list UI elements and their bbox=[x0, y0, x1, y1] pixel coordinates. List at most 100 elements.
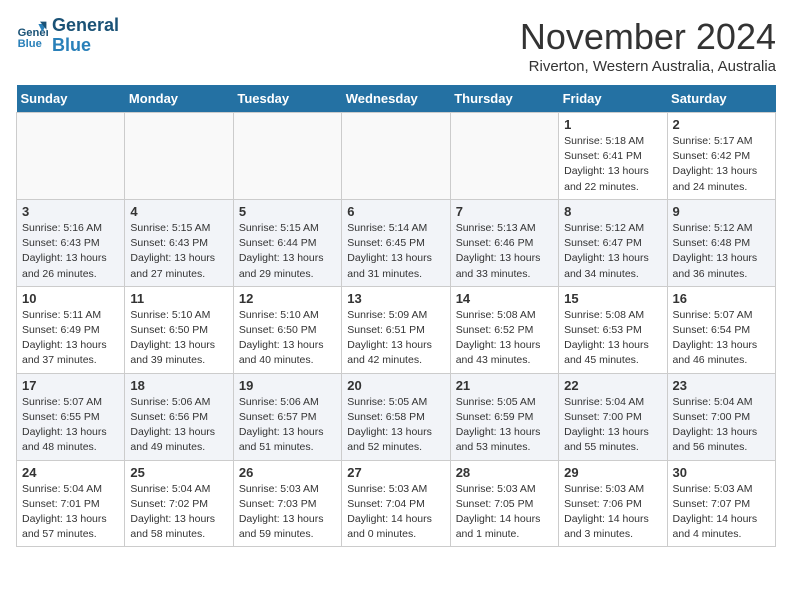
day-info: Sunrise: 5:06 AM Sunset: 6:56 PM Dayligh… bbox=[130, 395, 227, 456]
header: General Blue General Blue November 2024 … bbox=[16, 16, 776, 75]
calendar-cell: 28 Sunrise: 5:03 AM Sunset: 7:05 PM Dayli… bbox=[450, 460, 558, 547]
weekday-wednesday: Wednesday bbox=[342, 85, 450, 113]
calendar-cell: 20Sunrise: 5:05 AM Sunset: 6:58 PM Dayli… bbox=[342, 373, 450, 460]
weekday-thursday: Thursday bbox=[450, 85, 558, 113]
day-number: 24 bbox=[22, 465, 119, 480]
day-info: Sunrise: 5:03 AM Sunset: 7:06 PM Dayligh… bbox=[564, 482, 661, 543]
day-number: 14 bbox=[456, 291, 553, 306]
logo-text: General Blue bbox=[52, 16, 119, 56]
calendar-cell: 24 Sunrise: 5:04 AM Sunset: 7:01 PM Dayli… bbox=[17, 460, 125, 547]
calendar-table: SundayMondayTuesdayWednesdayThursdayFrid… bbox=[16, 85, 776, 547]
weekday-saturday: Saturday bbox=[667, 85, 775, 113]
day-info: Sunrise: 5:03 AM Sunset: 7:07 PM Dayligh… bbox=[673, 482, 770, 543]
day-number: 25 bbox=[130, 465, 227, 480]
day-info: Sunrise: 5:10 AM Sunset: 6:50 PM Dayligh… bbox=[130, 308, 227, 369]
day-number: 21 bbox=[456, 378, 553, 393]
day-number: 1 bbox=[564, 117, 661, 132]
day-info: Sunrise: 5:11 AM Sunset: 6:49 PM Dayligh… bbox=[22, 308, 119, 369]
day-number: 13 bbox=[347, 291, 444, 306]
day-info: Sunrise: 5:07 AM Sunset: 6:54 PM Dayligh… bbox=[673, 308, 770, 369]
calendar-week-2: 10 Sunrise: 5:11 AM Sunset: 6:49 PM Dayli… bbox=[17, 286, 776, 373]
location-title: Riverton, Western Australia, Australia bbox=[520, 58, 776, 75]
calendar-cell: 25 Sunrise: 5:04 AM Sunset: 7:02 PM Dayli… bbox=[125, 460, 233, 547]
calendar-cell bbox=[233, 113, 341, 200]
day-number: 19 bbox=[239, 378, 336, 393]
day-number: 4 bbox=[130, 204, 227, 219]
day-info: Sunrise: 5:05 AM Sunset: 6:59 PM Dayligh… bbox=[456, 395, 553, 456]
calendar-cell: 17 Sunrise: 5:07 AM Sunset: 6:55 PM Dayli… bbox=[17, 373, 125, 460]
weekday-sunday: Sunday bbox=[17, 85, 125, 113]
calendar-cell: 11 Sunrise: 5:10 AM Sunset: 6:50 PM Dayli… bbox=[125, 286, 233, 373]
day-info: Sunrise: 5:15 AM Sunset: 6:44 PM Dayligh… bbox=[239, 221, 336, 282]
day-number: 2 bbox=[673, 117, 770, 132]
calendar-cell: 7Sunrise: 5:13 AM Sunset: 6:46 PM Daylig… bbox=[450, 199, 558, 286]
calendar-cell bbox=[17, 113, 125, 200]
day-number: 17 bbox=[22, 378, 119, 393]
calendar-cell: 3Sunrise: 5:16 AM Sunset: 6:43 PM Daylig… bbox=[17, 199, 125, 286]
day-info: Sunrise: 5:03 AM Sunset: 7:05 PM Dayligh… bbox=[456, 482, 553, 543]
calendar-cell: 6 Sunrise: 5:14 AM Sunset: 6:45 PM Daylig… bbox=[342, 199, 450, 286]
calendar-cell: 23Sunrise: 5:04 AM Sunset: 7:00 PM Dayli… bbox=[667, 373, 775, 460]
calendar-cell: 8Sunrise: 5:12 AM Sunset: 6:47 PM Daylig… bbox=[559, 199, 667, 286]
calendar-cell: 14 Sunrise: 5:08 AM Sunset: 6:52 PM Dayli… bbox=[450, 286, 558, 373]
day-info: Sunrise: 5:03 AM Sunset: 7:04 PM Dayligh… bbox=[347, 482, 444, 543]
day-info: Sunrise: 5:03 AM Sunset: 7:03 PM Dayligh… bbox=[239, 482, 336, 543]
weekday-header-row: SundayMondayTuesdayWednesdayThursdayFrid… bbox=[17, 85, 776, 113]
calendar-cell: 18Sunrise: 5:06 AM Sunset: 6:56 PM Dayli… bbox=[125, 373, 233, 460]
day-info: Sunrise: 5:04 AM Sunset: 7:01 PM Dayligh… bbox=[22, 482, 119, 543]
day-info: Sunrise: 5:13 AM Sunset: 6:46 PM Dayligh… bbox=[456, 221, 553, 282]
calendar-cell: 9Sunrise: 5:12 AM Sunset: 6:48 PM Daylig… bbox=[667, 199, 775, 286]
day-info: Sunrise: 5:04 AM Sunset: 7:00 PM Dayligh… bbox=[673, 395, 770, 456]
calendar-cell: 29 Sunrise: 5:03 AM Sunset: 7:06 PM Dayli… bbox=[559, 460, 667, 547]
day-info: Sunrise: 5:07 AM Sunset: 6:55 PM Dayligh… bbox=[22, 395, 119, 456]
day-number: 16 bbox=[673, 291, 770, 306]
day-number: 11 bbox=[130, 291, 227, 306]
calendar-cell bbox=[342, 113, 450, 200]
day-number: 9 bbox=[673, 204, 770, 219]
day-info: Sunrise: 5:17 AM Sunset: 6:42 PM Dayligh… bbox=[673, 134, 770, 195]
calendar-cell: 27Sunrise: 5:03 AM Sunset: 7:04 PM Dayli… bbox=[342, 460, 450, 547]
calendar-cell: 12 Sunrise: 5:10 AM Sunset: 6:50 PM Dayli… bbox=[233, 286, 341, 373]
weekday-tuesday: Tuesday bbox=[233, 85, 341, 113]
day-info: Sunrise: 5:10 AM Sunset: 6:50 PM Dayligh… bbox=[239, 308, 336, 369]
day-info: Sunrise: 5:14 AM Sunset: 6:45 PM Dayligh… bbox=[347, 221, 444, 282]
weekday-friday: Friday bbox=[559, 85, 667, 113]
day-number: 6 bbox=[347, 204, 444, 219]
calendar-cell bbox=[125, 113, 233, 200]
day-info: Sunrise: 5:09 AM Sunset: 6:51 PM Dayligh… bbox=[347, 308, 444, 369]
calendar-week-4: 24 Sunrise: 5:04 AM Sunset: 7:01 PM Dayli… bbox=[17, 460, 776, 547]
day-info: Sunrise: 5:04 AM Sunset: 7:02 PM Dayligh… bbox=[130, 482, 227, 543]
calendar-week-0: 1Sunrise: 5:18 AM Sunset: 6:41 PM Daylig… bbox=[17, 113, 776, 200]
day-number: 5 bbox=[239, 204, 336, 219]
calendar-cell: 26 Sunrise: 5:03 AM Sunset: 7:03 PM Dayli… bbox=[233, 460, 341, 547]
logo-icon: General Blue bbox=[16, 20, 48, 52]
day-info: Sunrise: 5:08 AM Sunset: 6:52 PM Dayligh… bbox=[456, 308, 553, 369]
title-block: November 2024 Riverton, Western Australi… bbox=[520, 16, 776, 75]
day-number: 20 bbox=[347, 378, 444, 393]
day-info: Sunrise: 5:04 AM Sunset: 7:00 PM Dayligh… bbox=[564, 395, 661, 456]
day-number: 29 bbox=[564, 465, 661, 480]
month-title: November 2024 bbox=[520, 16, 776, 58]
day-number: 12 bbox=[239, 291, 336, 306]
day-info: Sunrise: 5:06 AM Sunset: 6:57 PM Dayligh… bbox=[239, 395, 336, 456]
calendar-cell bbox=[450, 113, 558, 200]
calendar-cell: 21 Sunrise: 5:05 AM Sunset: 6:59 PM Dayli… bbox=[450, 373, 558, 460]
day-info: Sunrise: 5:08 AM Sunset: 6:53 PM Dayligh… bbox=[564, 308, 661, 369]
day-number: 15 bbox=[564, 291, 661, 306]
calendar-cell: 5 Sunrise: 5:15 AM Sunset: 6:44 PM Daylig… bbox=[233, 199, 341, 286]
day-number: 26 bbox=[239, 465, 336, 480]
day-number: 28 bbox=[456, 465, 553, 480]
calendar-cell: 16 Sunrise: 5:07 AM Sunset: 6:54 PM Dayli… bbox=[667, 286, 775, 373]
day-number: 3 bbox=[22, 204, 119, 219]
day-info: Sunrise: 5:12 AM Sunset: 6:47 PM Dayligh… bbox=[564, 221, 661, 282]
day-number: 30 bbox=[673, 465, 770, 480]
logo: General Blue General Blue bbox=[16, 16, 119, 56]
day-number: 10 bbox=[22, 291, 119, 306]
calendar-cell: 15 Sunrise: 5:08 AM Sunset: 6:53 PM Dayli… bbox=[559, 286, 667, 373]
calendar-cell: 4Sunrise: 5:15 AM Sunset: 6:43 PM Daylig… bbox=[125, 199, 233, 286]
calendar-cell: 13 Sunrise: 5:09 AM Sunset: 6:51 PM Dayli… bbox=[342, 286, 450, 373]
calendar-cell: 1Sunrise: 5:18 AM Sunset: 6:41 PM Daylig… bbox=[559, 113, 667, 200]
calendar-cell: 19 Sunrise: 5:06 AM Sunset: 6:57 PM Dayli… bbox=[233, 373, 341, 460]
day-number: 22 bbox=[564, 378, 661, 393]
svg-text:Blue: Blue bbox=[18, 38, 42, 50]
